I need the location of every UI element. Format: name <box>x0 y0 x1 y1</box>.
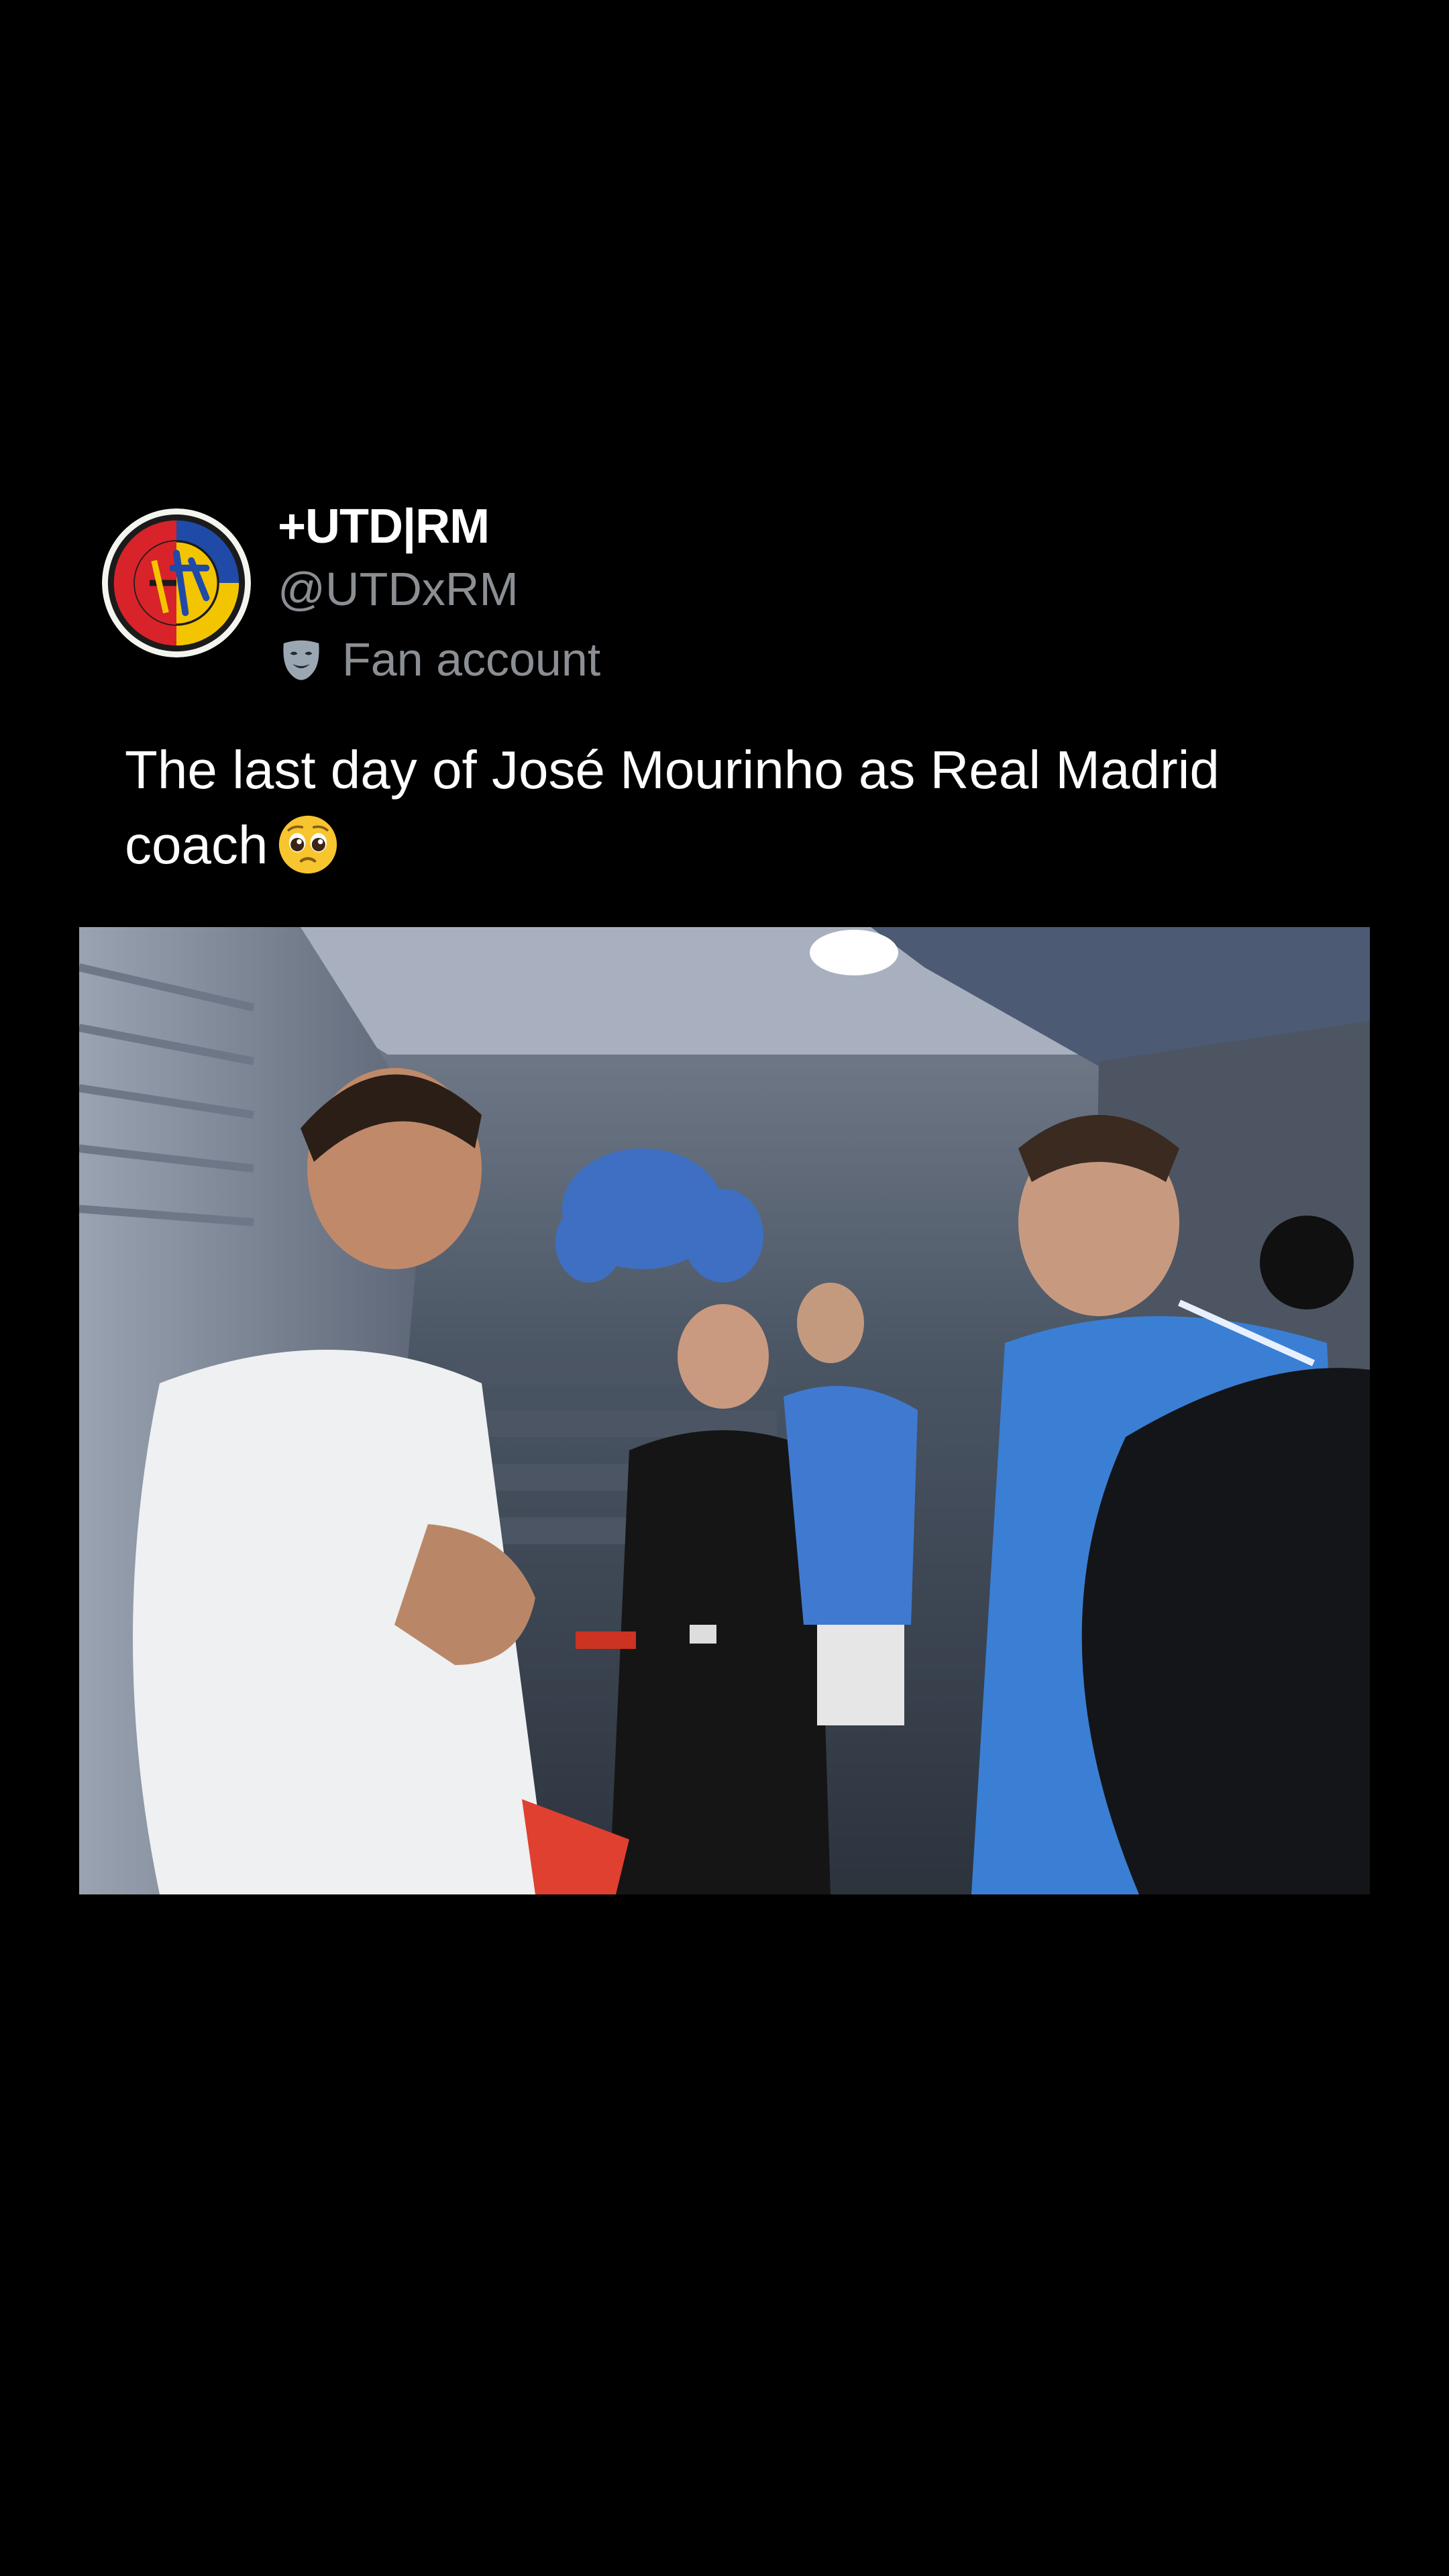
club-crest-avatar-icon <box>102 508 251 657</box>
avatar[interactable] <box>102 508 251 657</box>
video-frame-image <box>79 927 1370 1894</box>
pleading-face-icon <box>277 814 339 875</box>
author-display-name[interactable]: +UTD|RM <box>278 499 490 554</box>
tweet-text: The last day of José Mourinho as Real Ma… <box>125 733 1373 883</box>
tweet-post: +UTD|RM @UTDxRM Fan account The last day… <box>0 0 1449 2576</box>
account-label: Fan account <box>278 629 600 690</box>
account-label-text: Fan account <box>342 633 601 686</box>
author-handle[interactable]: @UTDxRM <box>278 562 519 616</box>
theater-mask-icon <box>283 640 319 680</box>
video-player[interactable] <box>79 927 1370 1894</box>
